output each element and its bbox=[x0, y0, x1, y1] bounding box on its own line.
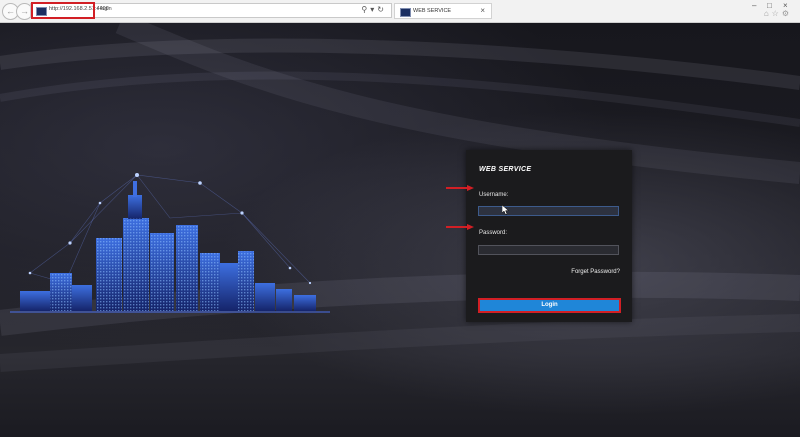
username-annotation-arrow bbox=[446, 185, 474, 191]
login-title: WEB SERVICE bbox=[479, 166, 532, 173]
browser-tab[interactable]: WEB SERVICE × bbox=[394, 3, 492, 19]
login-button[interactable]: Login bbox=[478, 298, 621, 313]
address-bar-actions: ⚲▾↻ bbox=[361, 5, 387, 14]
browser-tools: ⌂☆⚙ bbox=[764, 9, 792, 18]
login-page: WEB SERVICE Username: Password: Forget P… bbox=[0, 23, 800, 437]
tab-favicon-icon bbox=[400, 8, 411, 17]
address-bar[interactable]: http://192.168.2.51:4400 / login ⚲▾↻ bbox=[30, 2, 392, 19]
password-label: Password: bbox=[479, 230, 508, 236]
url-path: / login bbox=[97, 6, 112, 12]
favorites-icon[interactable]: ☆ bbox=[772, 9, 782, 18]
minimize-icon[interactable]: – bbox=[752, 1, 756, 10]
close-icon[interactable]: × bbox=[480, 6, 485, 15]
url-annotation-box bbox=[31, 2, 95, 19]
mouse-cursor-icon bbox=[502, 205, 509, 215]
city-skyline-graphic bbox=[10, 173, 330, 313]
login-panel: WEB SERVICE Username: Password: Forget P… bbox=[466, 150, 632, 322]
browser-chrome: ← → http://192.168.2.51:4400 / login ⚲▾↻… bbox=[0, 0, 800, 23]
forgot-password-link[interactable]: Forget Password? bbox=[571, 269, 620, 275]
settings-icon[interactable]: ⚙ bbox=[782, 9, 792, 18]
tab-title: WEB SERVICE bbox=[413, 8, 452, 14]
password-annotation-arrow bbox=[446, 224, 474, 230]
username-input[interactable] bbox=[478, 206, 619, 216]
home-icon[interactable]: ⌂ bbox=[764, 9, 772, 18]
password-input[interactable] bbox=[478, 245, 619, 255]
search-icon[interactable]: ⚲ bbox=[361, 5, 370, 14]
username-label: Username: bbox=[479, 192, 509, 198]
refresh-icon[interactable]: ↻ bbox=[377, 5, 387, 14]
